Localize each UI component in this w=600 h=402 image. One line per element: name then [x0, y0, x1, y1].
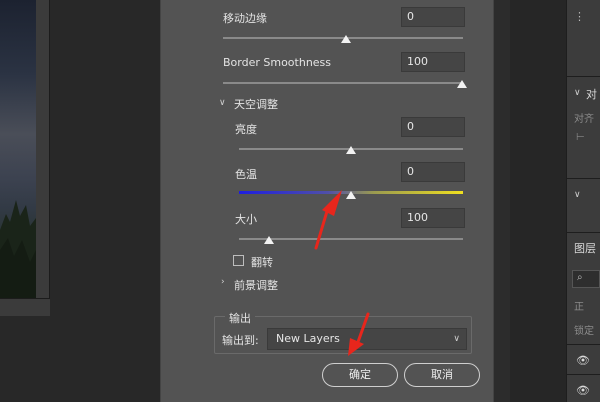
ok-button[interactable]: 确定 — [322, 363, 398, 387]
panel-menu-icon[interactable]: ⋮ — [574, 10, 585, 23]
temperature-label: 色温 — [235, 168, 257, 181]
scale-input[interactable]: 100 — [401, 208, 465, 228]
scale-label: 大小 — [235, 213, 257, 226]
brightness-label: 亮度 — [235, 123, 257, 136]
flip-checkbox[interactable] — [233, 255, 244, 266]
scale-slider-thumb[interactable] — [264, 236, 274, 244]
annotation-arrow-icon — [348, 312, 370, 356]
eye-icon[interactable]: 👁 — [576, 354, 590, 367]
chevron-down-icon[interactable]: ∨ — [219, 98, 226, 108]
right-panel-column: ⋮ ∨ 对 对齐 ⊢ ∨ 图层 ⌕ 正 锁定 👁 👁 — [494, 0, 600, 402]
canvas-frame — [36, 0, 50, 316]
canvas-frame-bottom — [0, 298, 50, 316]
tree-silhouette-image — [0, 200, 36, 298]
annotation-arrow-icon — [314, 190, 342, 250]
output-to-value: New Layers — [276, 332, 340, 345]
eye-icon[interactable]: 👁 — [576, 384, 590, 397]
layer-search-field[interactable]: ⌕ — [572, 270, 600, 288]
foreground-adjust-section-title[interactable]: 前景调整 — [234, 277, 278, 293]
search-icon: ⌕ — [577, 272, 583, 283]
temperature-input[interactable]: 0 — [401, 162, 465, 182]
sky-photo-preview — [0, 0, 36, 298]
border-smoothness-slider-track[interactable] — [223, 82, 463, 84]
layers-panel-title[interactable]: 图层 — [574, 240, 596, 256]
chevron-down-icon: ∨ — [453, 334, 460, 344]
align-left-icon[interactable]: ⊢ — [576, 132, 585, 143]
blend-mode-select[interactable]: 正 — [574, 298, 584, 313]
panel-icon-strip — [510, 0, 566, 402]
brightness-input[interactable]: 0 — [401, 117, 465, 137]
border-smoothness-label: Border Smoothness — [223, 56, 332, 69]
chevron-right-icon[interactable]: › — [221, 277, 225, 287]
panel-divider — [566, 76, 600, 77]
lock-label: 锁定 — [574, 326, 594, 337]
properties-panel — [566, 0, 600, 402]
border-smoothness-input[interactable]: 100 — [401, 52, 465, 72]
document-canvas — [0, 0, 160, 402]
chevron-down-icon[interactable]: ∨ — [574, 88, 581, 98]
panel-divider — [566, 232, 600, 233]
edge-shift-input[interactable]: 0 — [401, 7, 465, 27]
output-group-title: 输出 — [225, 310, 255, 326]
brightness-slider-thumb[interactable] — [346, 146, 356, 154]
edge-shift-slider-thumb[interactable] — [341, 35, 351, 43]
panel-divider — [566, 344, 600, 345]
align-label: 对齐 — [574, 114, 594, 125]
panel-divider — [566, 178, 600, 179]
edge-shift-label: 移动边缘 — [223, 12, 267, 25]
align-panel-title: 对 — [586, 88, 597, 101]
output-to-label: 输出到: — [222, 334, 259, 347]
flip-label[interactable]: 翻转 — [251, 254, 273, 270]
chevron-down-icon[interactable]: ∨ — [574, 190, 581, 200]
panel-divider — [566, 374, 600, 375]
temperature-slider-thumb[interactable] — [346, 191, 356, 199]
border-smoothness-slider-thumb[interactable] — [457, 80, 467, 88]
cancel-button[interactable]: 取消 — [404, 363, 480, 387]
sky-adjust-section-title[interactable]: 天空调整 — [234, 96, 278, 112]
